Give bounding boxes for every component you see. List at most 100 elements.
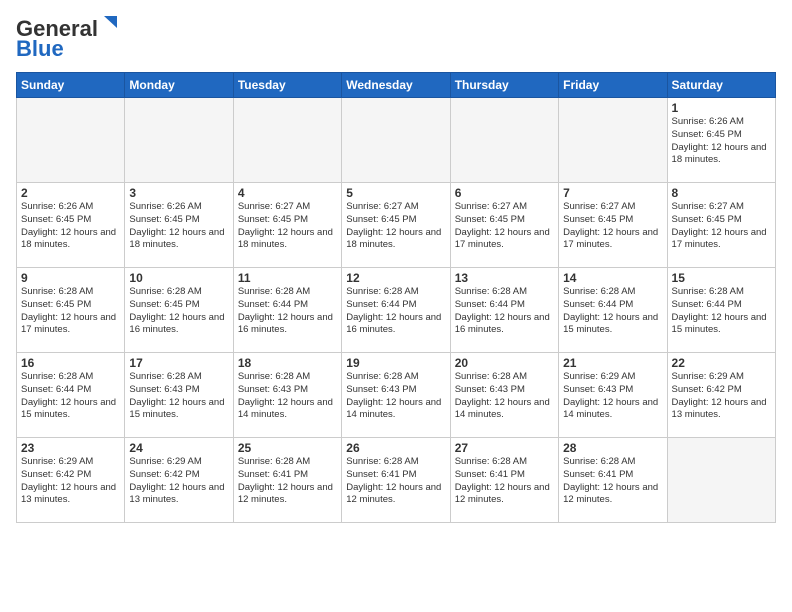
day-info: Sunrise: 6:28 AM Sunset: 6:41 PM Dayligh… [238,456,337,507]
day-info: Sunrise: 6:28 AM Sunset: 6:45 PM Dayligh… [21,286,120,337]
calendar-cell: 10Sunrise: 6:28 AM Sunset: 6:45 PM Dayli… [125,268,233,353]
day-info: Sunrise: 6:28 AM Sunset: 6:43 PM Dayligh… [238,371,337,422]
calendar-cell: 16Sunrise: 6:28 AM Sunset: 6:44 PM Dayli… [17,353,125,438]
day-info: Sunrise: 6:29 AM Sunset: 6:43 PM Dayligh… [563,371,662,422]
calendar-cell: 8Sunrise: 6:27 AM Sunset: 6:45 PM Daylig… [667,183,775,268]
day-number: 9 [21,271,120,285]
calendar-cell: 14Sunrise: 6:28 AM Sunset: 6:44 PM Dayli… [559,268,667,353]
calendar-cell: 28Sunrise: 6:28 AM Sunset: 6:41 PM Dayli… [559,438,667,523]
header: General Blue [16,16,776,62]
day-info: Sunrise: 6:27 AM Sunset: 6:45 PM Dayligh… [238,201,337,252]
calendar-cell [233,98,341,183]
day-info: Sunrise: 6:28 AM Sunset: 6:41 PM Dayligh… [563,456,662,507]
day-number: 7 [563,186,662,200]
calendar-cell: 23Sunrise: 6:29 AM Sunset: 6:42 PM Dayli… [17,438,125,523]
day-number: 11 [238,271,337,285]
logo-triangle-icon [99,16,117,34]
logo: General Blue [16,16,117,62]
calendar: SundayMondayTuesdayWednesdayThursdayFrid… [16,72,776,523]
day-of-week-header: Friday [559,73,667,98]
day-info: Sunrise: 6:28 AM Sunset: 6:44 PM Dayligh… [21,371,120,422]
day-number: 27 [455,441,554,455]
day-info: Sunrise: 6:29 AM Sunset: 6:42 PM Dayligh… [21,456,120,507]
calendar-cell: 21Sunrise: 6:29 AM Sunset: 6:43 PM Dayli… [559,353,667,438]
calendar-week-row: 2Sunrise: 6:26 AM Sunset: 6:45 PM Daylig… [17,183,776,268]
day-number: 5 [346,186,445,200]
day-info: Sunrise: 6:28 AM Sunset: 6:41 PM Dayligh… [455,456,554,507]
day-info: Sunrise: 6:28 AM Sunset: 6:44 PM Dayligh… [238,286,337,337]
calendar-cell: 4Sunrise: 6:27 AM Sunset: 6:45 PM Daylig… [233,183,341,268]
calendar-week-row: 9Sunrise: 6:28 AM Sunset: 6:45 PM Daylig… [17,268,776,353]
day-info: Sunrise: 6:26 AM Sunset: 6:45 PM Dayligh… [129,201,228,252]
calendar-cell: 1Sunrise: 6:26 AM Sunset: 6:45 PM Daylig… [667,98,775,183]
day-info: Sunrise: 6:27 AM Sunset: 6:45 PM Dayligh… [455,201,554,252]
day-number: 8 [672,186,771,200]
calendar-week-row: 1Sunrise: 6:26 AM Sunset: 6:45 PM Daylig… [17,98,776,183]
day-number: 17 [129,356,228,370]
calendar-cell: 9Sunrise: 6:28 AM Sunset: 6:45 PM Daylig… [17,268,125,353]
day-number: 2 [21,186,120,200]
day-info: Sunrise: 6:29 AM Sunset: 6:42 PM Dayligh… [129,456,228,507]
day-of-week-header: Monday [125,73,233,98]
calendar-cell: 25Sunrise: 6:28 AM Sunset: 6:41 PM Dayli… [233,438,341,523]
calendar-cell [17,98,125,183]
day-number: 10 [129,271,228,285]
day-info: Sunrise: 6:28 AM Sunset: 6:41 PM Dayligh… [346,456,445,507]
day-of-week-header: Saturday [667,73,775,98]
calendar-cell: 2Sunrise: 6:26 AM Sunset: 6:45 PM Daylig… [17,183,125,268]
day-of-week-header: Sunday [17,73,125,98]
day-number: 24 [129,441,228,455]
day-of-week-header: Wednesday [342,73,450,98]
page: General Blue SundayMondayTuesdayWednesda… [0,0,792,531]
day-number: 12 [346,271,445,285]
calendar-cell [342,98,450,183]
day-info: Sunrise: 6:28 AM Sunset: 6:44 PM Dayligh… [563,286,662,337]
day-number: 1 [672,101,771,115]
day-info: Sunrise: 6:27 AM Sunset: 6:45 PM Dayligh… [563,201,662,252]
calendar-cell: 6Sunrise: 6:27 AM Sunset: 6:45 PM Daylig… [450,183,558,268]
calendar-cell [125,98,233,183]
calendar-cell: 19Sunrise: 6:28 AM Sunset: 6:43 PM Dayli… [342,353,450,438]
calendar-cell: 13Sunrise: 6:28 AM Sunset: 6:44 PM Dayli… [450,268,558,353]
calendar-cell: 7Sunrise: 6:27 AM Sunset: 6:45 PM Daylig… [559,183,667,268]
day-info: Sunrise: 6:28 AM Sunset: 6:44 PM Dayligh… [346,286,445,337]
day-info: Sunrise: 6:28 AM Sunset: 6:43 PM Dayligh… [455,371,554,422]
day-info: Sunrise: 6:28 AM Sunset: 6:45 PM Dayligh… [129,286,228,337]
calendar-cell: 20Sunrise: 6:28 AM Sunset: 6:43 PM Dayli… [450,353,558,438]
day-number: 20 [455,356,554,370]
day-number: 6 [455,186,554,200]
day-number: 21 [563,356,662,370]
day-of-week-header: Tuesday [233,73,341,98]
day-info: Sunrise: 6:26 AM Sunset: 6:45 PM Dayligh… [672,116,771,167]
calendar-cell: 3Sunrise: 6:26 AM Sunset: 6:45 PM Daylig… [125,183,233,268]
day-info: Sunrise: 6:27 AM Sunset: 6:45 PM Dayligh… [346,201,445,252]
day-number: 19 [346,356,445,370]
day-number: 16 [21,356,120,370]
logo-container: General Blue [16,16,117,62]
calendar-cell [559,98,667,183]
day-number: 13 [455,271,554,285]
day-of-week-header: Thursday [450,73,558,98]
calendar-cell: 12Sunrise: 6:28 AM Sunset: 6:44 PM Dayli… [342,268,450,353]
day-number: 28 [563,441,662,455]
calendar-cell: 18Sunrise: 6:28 AM Sunset: 6:43 PM Dayli… [233,353,341,438]
calendar-cell: 24Sunrise: 6:29 AM Sunset: 6:42 PM Dayli… [125,438,233,523]
calendar-week-row: 16Sunrise: 6:28 AM Sunset: 6:44 PM Dayli… [17,353,776,438]
calendar-cell [667,438,775,523]
calendar-cell: 15Sunrise: 6:28 AM Sunset: 6:44 PM Dayli… [667,268,775,353]
calendar-cell: 11Sunrise: 6:28 AM Sunset: 6:44 PM Dayli… [233,268,341,353]
calendar-cell: 22Sunrise: 6:29 AM Sunset: 6:42 PM Dayli… [667,353,775,438]
calendar-header-row: SundayMondayTuesdayWednesdayThursdayFrid… [17,73,776,98]
day-info: Sunrise: 6:28 AM Sunset: 6:44 PM Dayligh… [672,286,771,337]
calendar-cell: 5Sunrise: 6:27 AM Sunset: 6:45 PM Daylig… [342,183,450,268]
calendar-week-row: 23Sunrise: 6:29 AM Sunset: 6:42 PM Dayli… [17,438,776,523]
day-number: 23 [21,441,120,455]
calendar-cell: 17Sunrise: 6:28 AM Sunset: 6:43 PM Dayli… [125,353,233,438]
day-number: 22 [672,356,771,370]
day-info: Sunrise: 6:28 AM Sunset: 6:44 PM Dayligh… [455,286,554,337]
day-number: 14 [563,271,662,285]
day-info: Sunrise: 6:28 AM Sunset: 6:43 PM Dayligh… [346,371,445,422]
day-number: 4 [238,186,337,200]
day-info: Sunrise: 6:26 AM Sunset: 6:45 PM Dayligh… [21,201,120,252]
day-info: Sunrise: 6:29 AM Sunset: 6:42 PM Dayligh… [672,371,771,422]
